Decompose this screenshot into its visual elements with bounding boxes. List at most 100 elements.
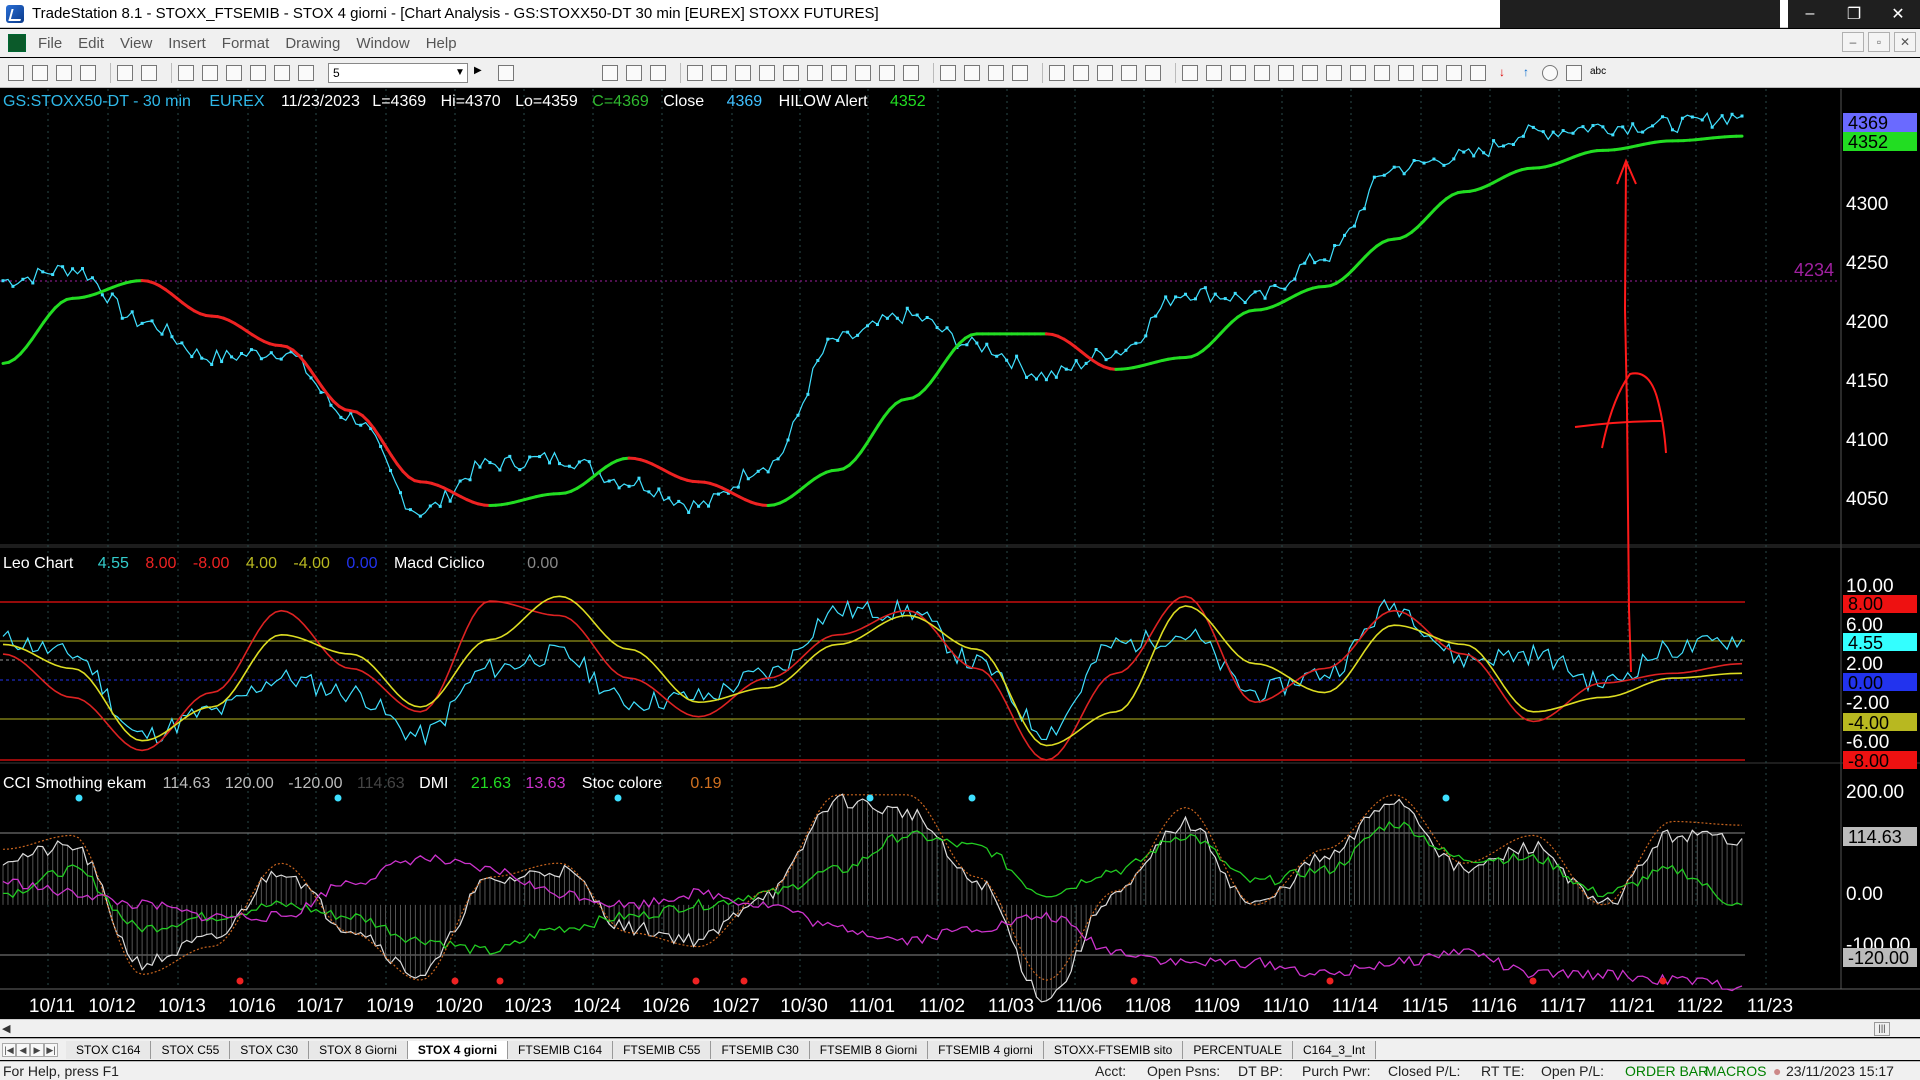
- price-bar: [80, 267, 84, 271]
- new-icon[interactable]: [8, 64, 24, 81]
- zoom-chart-icon[interactable]: [498, 64, 514, 81]
- menu-file[interactable]: File: [32, 35, 72, 52]
- open-icon[interactable]: [56, 64, 72, 81]
- tab-stox-c30[interactable]: STOX C30: [230, 1040, 310, 1059]
- paint-icon[interactable]: [274, 64, 290, 81]
- easylanguage-icon[interactable]: [855, 64, 871, 81]
- pointer-icon[interactable]: [1049, 64, 1065, 81]
- menu-view[interactable]: View: [114, 35, 162, 52]
- settings-icon[interactable]: [1097, 64, 1113, 81]
- arc-icon[interactable]: [1422, 64, 1438, 81]
- time-tick-label: 10/16: [228, 996, 276, 1017]
- price-bar: [230, 355, 234, 359]
- horizontal-line-icon[interactable]: [1230, 64, 1246, 81]
- tab-last-icon[interactable]: ▶|: [44, 1042, 58, 1057]
- tab-stox-c55[interactable]: STOX C55: [151, 1040, 231, 1059]
- scroll-left-icon[interactable]: [940, 64, 956, 81]
- price-bar: [1661, 115, 1665, 119]
- scroll-left-icon[interactable]: ◀: [2, 1022, 10, 1035]
- chevron-down-icon[interactable]: ▼: [453, 67, 467, 78]
- fibonacci-icon[interactable]: [1302, 64, 1318, 81]
- menu-help[interactable]: Help: [420, 35, 467, 52]
- zoom-in-icon[interactable]: [988, 64, 1004, 81]
- tab-stox-c164[interactable]: STOX C164: [66, 1040, 152, 1059]
- format-symbol-icon[interactable]: [626, 64, 642, 81]
- menu-format[interactable]: Format: [216, 35, 280, 52]
- chart-properties-icon[interactable]: [1145, 64, 1161, 81]
- tab-ftsemib-4-giorni[interactable]: FTSEMIB 4 giorni: [928, 1040, 1044, 1059]
- mdi-restore-button[interactable]: ▫: [1868, 32, 1890, 52]
- chart-analysis-window[interactable]: 4234 GS:STOXX50-DT - 30 min EUREX 11/23/…: [0, 89, 1920, 1019]
- mdi-minimize-button[interactable]: ‒: [1842, 32, 1864, 52]
- scroll-right-icon[interactable]: [964, 64, 980, 81]
- radar-icon[interactable]: [298, 64, 314, 81]
- link-icon[interactable]: [178, 64, 194, 81]
- tab-next-icon[interactable]: ▶: [30, 1042, 44, 1057]
- new-workspace-icon[interactable]: [32, 64, 48, 81]
- speedline-icon[interactable]: [1278, 64, 1294, 81]
- trading-icon[interactable]: [903, 64, 919, 81]
- tab-first-icon[interactable]: |◀: [2, 1042, 16, 1057]
- rectangle-icon[interactable]: [1566, 64, 1582, 81]
- paintbar-icon[interactable]: [735, 64, 751, 81]
- fib-ext-icon[interactable]: [1350, 64, 1366, 81]
- strategy-icon[interactable]: [711, 64, 727, 81]
- indicator-icon[interactable]: [687, 64, 703, 81]
- menu-insert[interactable]: Insert: [162, 35, 216, 52]
- up-arrow-icon[interactable]: ↑: [1518, 65, 1534, 81]
- mdi-close-button[interactable]: ✕: [1894, 32, 1916, 52]
- play-icon[interactable]: ▶: [474, 65, 490, 81]
- menu-edit[interactable]: Edit: [72, 35, 114, 52]
- tab-c164-3-int[interactable]: C164_3_Int: [1293, 1040, 1377, 1059]
- gann-fan-icon[interactable]: [1326, 64, 1342, 81]
- lock-icon[interactable]: [226, 64, 242, 81]
- order-bar-toggle[interactable]: ORDER BAR: [1625, 1063, 1708, 1079]
- trendline-icon[interactable]: [1182, 64, 1198, 81]
- tab-stoxx-ftsemib-sito[interactable]: STOXX-FTSEMIB sito: [1043, 1040, 1184, 1059]
- window-link-icon[interactable]: [1121, 64, 1137, 81]
- menu-window[interactable]: Window: [350, 35, 419, 52]
- tab-ftsemib-c55[interactable]: FTSEMIB C55: [613, 1040, 712, 1059]
- tab-ftsemib-c30[interactable]: FTSEMIB C30: [711, 1040, 810, 1059]
- tracking-icon[interactable]: [831, 64, 847, 81]
- probability-icon[interactable]: [783, 64, 799, 81]
- interval-combo[interactable]: 5 ▼: [328, 62, 468, 83]
- restore-button[interactable]: ❐: [1832, 0, 1876, 28]
- andrews-icon[interactable]: [1446, 64, 1462, 81]
- chart-document-icon[interactable]: [8, 34, 26, 52]
- tab-prev-icon[interactable]: ◀: [16, 1042, 30, 1057]
- arrow-line-icon[interactable]: [1374, 64, 1390, 81]
- channel-icon[interactable]: [1254, 64, 1270, 81]
- menu-drawing[interactable]: Drawing: [279, 35, 350, 52]
- tab-ftsemib-c164[interactable]: FTSEMIB C164: [508, 1040, 614, 1059]
- bar-chart-icon[interactable]: [879, 64, 895, 81]
- tab-ftsemib-8-giorni[interactable]: FTSEMIB 8 Giorni: [809, 1040, 929, 1059]
- chart-canvas[interactable]: 4234 GS:STOXX50-DT - 30 min EUREX 11/23/…: [0, 89, 1920, 1019]
- zoom-out-icon[interactable]: [1012, 64, 1028, 81]
- ellipse-icon[interactable]: [1542, 64, 1558, 81]
- save-icon[interactable]: [80, 64, 96, 81]
- close-button[interactable]: ✕: [1876, 0, 1920, 28]
- showme-icon[interactable]: [759, 64, 775, 81]
- print-preview-icon[interactable]: [117, 64, 133, 81]
- print-icon[interactable]: [141, 64, 157, 81]
- tab-stox-4-giorni[interactable]: STOX 4 giorni: [407, 1040, 509, 1059]
- tab-percentuale[interactable]: PERCENTUALE: [1183, 1040, 1294, 1059]
- macros-toggle[interactable]: MACROS: [1705, 1063, 1766, 1079]
- freehand-icon[interactable]: [1470, 64, 1486, 81]
- minimize-button[interactable]: ‒: [1788, 0, 1832, 28]
- clear-icon[interactable]: [250, 64, 266, 81]
- activity-bar-icon[interactable]: [807, 64, 823, 81]
- layout-icon[interactable]: [202, 64, 218, 81]
- down-arrow-icon[interactable]: ↓: [1494, 65, 1510, 81]
- parallel-icon[interactable]: [1398, 64, 1414, 81]
- scroll-grip-icon[interactable]: |||: [1874, 1022, 1890, 1036]
- horizontal-scrollbar[interactable]: ◀ |||: [0, 1019, 1920, 1037]
- grid-icon[interactable]: [650, 64, 666, 81]
- insert-analysis-icon[interactable]: [602, 64, 618, 81]
- text-icon[interactable]: abc: [1590, 65, 1606, 81]
- tab-stox-8-giorni[interactable]: STOX 8 Giorni: [309, 1040, 408, 1059]
- cursor-icon[interactable]: [1073, 64, 1089, 81]
- price-bar: [1581, 125, 1585, 129]
- vertical-line-icon[interactable]: [1206, 64, 1222, 81]
